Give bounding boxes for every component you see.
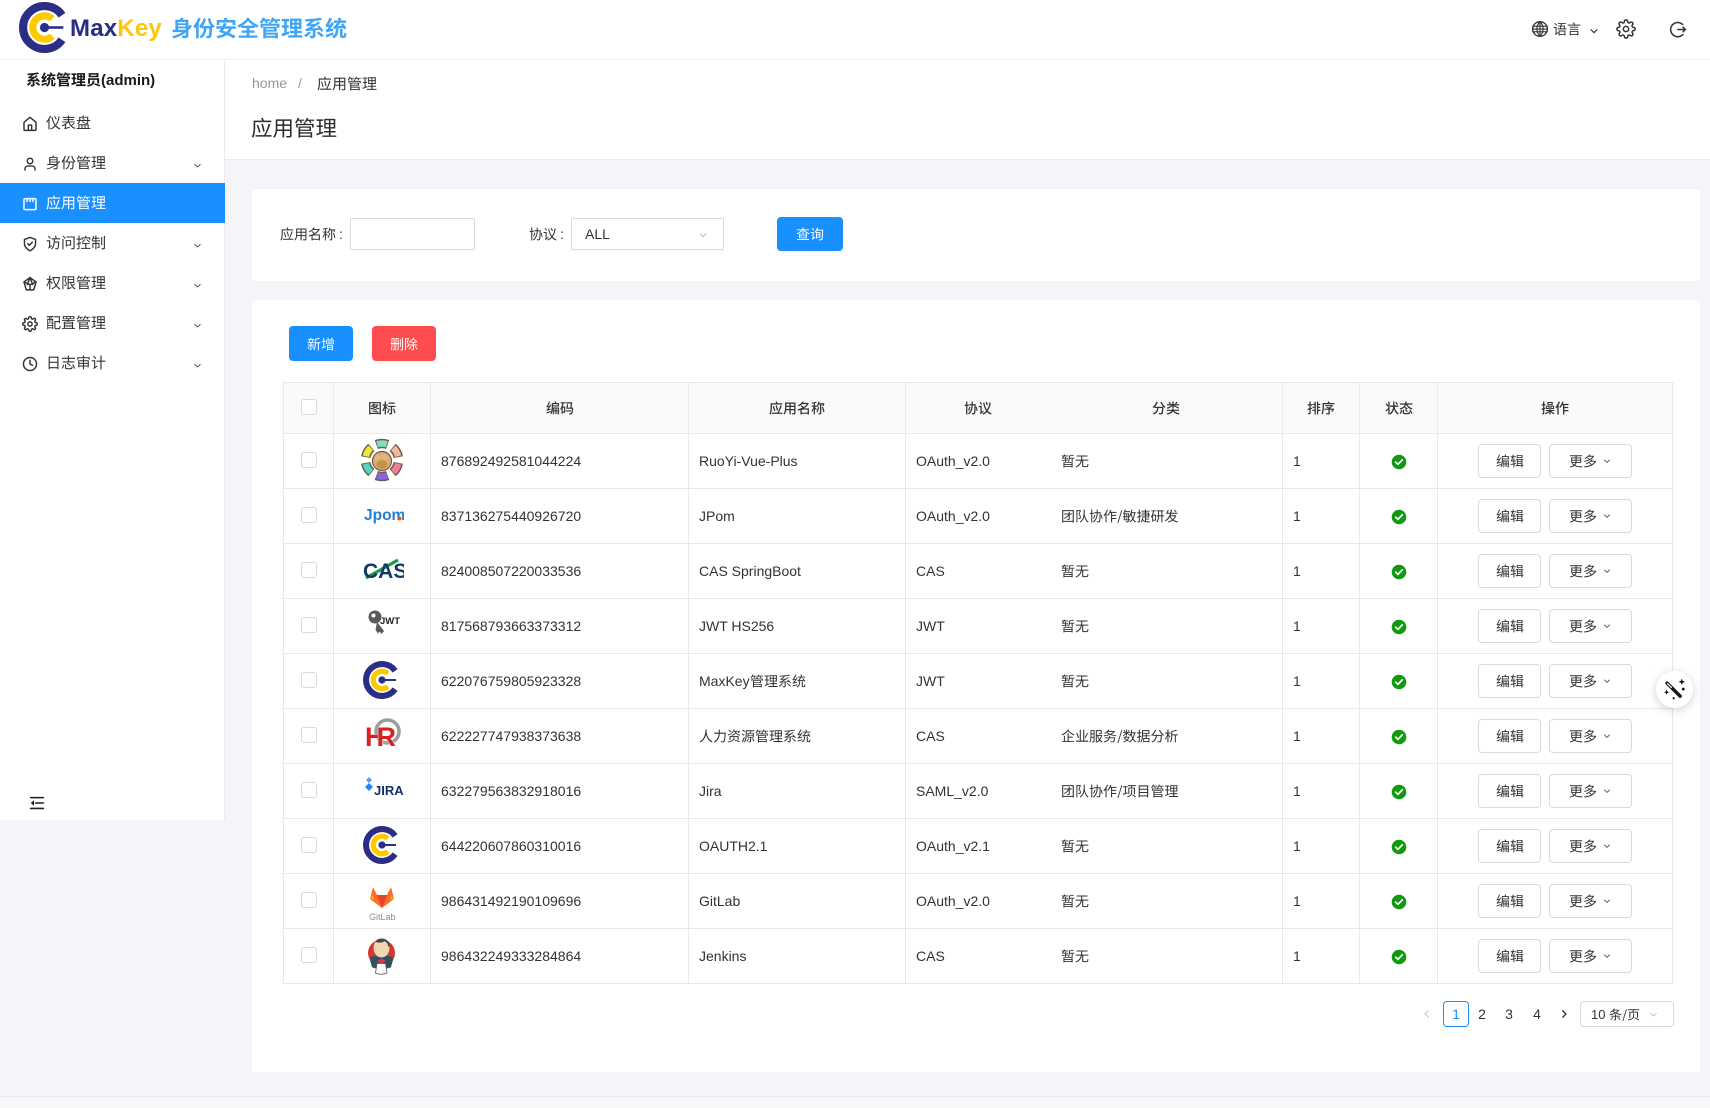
svg-text:GitLab: GitLab <box>369 912 396 922</box>
svg-text:Jpom: Jpom <box>364 507 404 524</box>
svg-text:R: R <box>377 722 397 752</box>
svg-text:CAS: CAS <box>363 560 404 583</box>
svg-text:JIRA: JIRA <box>374 783 404 798</box>
svg-text:JWT: JWT <box>380 616 400 627</box>
